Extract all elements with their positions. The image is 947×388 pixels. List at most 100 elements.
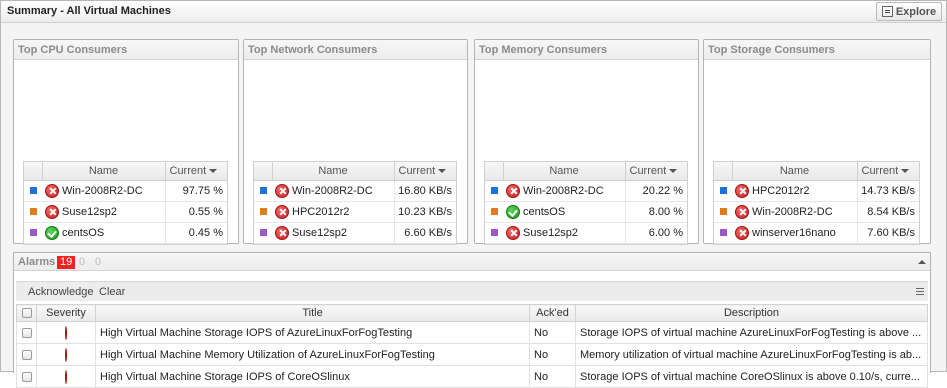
column-name[interactable]: Name: [41, 162, 165, 181]
select-all-checkbox-header[interactable]: [16, 304, 37, 322]
collapse-icon[interactable]: [918, 260, 926, 264]
series-swatch-cell: [254, 180, 272, 202]
series-swatch-cell: [254, 222, 272, 244]
acknowledge-button[interactable]: Acknowledge: [28, 286, 93, 298]
clear-button[interactable]: Clear: [99, 286, 125, 298]
current-value: 0.55 %: [164, 201, 227, 223]
series-swatch: [259, 207, 267, 215]
warning-count-badge[interactable]: 0: [76, 256, 88, 269]
info-count-badge[interactable]: 0: [92, 256, 104, 269]
error-status-icon: [45, 204, 59, 219]
alarms-title: Alarms: [18, 256, 56, 268]
error-status-icon: [275, 225, 289, 240]
panel-title: Top Storage Consumers: [704, 40, 930, 60]
row-checkbox-cell[interactable]: [16, 365, 37, 388]
alarm-title[interactable]: High Virtual Machine Memory Utilization …: [95, 343, 530, 366]
vm-name[interactable]: HPC2012r2: [292, 206, 349, 218]
vm-name[interactable]: winserver16nano: [752, 227, 836, 239]
column-description[interactable]: Description: [575, 304, 928, 322]
consumer-row[interactable]: Win-2008R2-DC 16.80 KB/s: [254, 180, 456, 202]
alarms-table: Severity Title Ack'ed Description High V…: [16, 304, 928, 388]
column-current[interactable]: Current: [856, 162, 919, 181]
error-status-icon: [275, 183, 289, 198]
consumer-row[interactable]: HPC2012r2 14.73 KB/s: [714, 180, 919, 202]
vm-name[interactable]: centsOS: [523, 206, 565, 218]
vm-name[interactable]: Win-2008R2-DC: [62, 185, 143, 197]
row-checkbox[interactable]: [21, 327, 32, 338]
consumer-row[interactable]: centsOS 0.45 %: [24, 222, 227, 244]
series-swatch-cell: [254, 201, 272, 223]
series-swatch: [719, 207, 727, 215]
series-swatch: [259, 228, 267, 236]
consumer-row[interactable]: Win-2008R2-DC 20.22 %: [485, 180, 687, 202]
column-current[interactable]: Current: [164, 162, 227, 181]
row-checkbox[interactable]: [21, 371, 32, 382]
ok-status-icon: [45, 225, 59, 240]
column-title[interactable]: Title: [95, 304, 530, 322]
column-severity[interactable]: Severity: [36, 304, 96, 322]
panel-title: Top CPU Consumers: [14, 40, 238, 60]
swatch-column-header: [485, 162, 503, 181]
series-swatch-cell: [714, 222, 732, 244]
severity-cell: [36, 321, 96, 344]
vm-name[interactable]: Suse12sp2: [292, 227, 347, 239]
consumer-row[interactable]: centsOS 8.00 %: [485, 201, 687, 223]
row-checkbox-cell[interactable]: [16, 343, 37, 366]
current-value: 97.75 %: [164, 180, 227, 202]
alarm-row[interactable]: High Virtual Machine Memory Utilization …: [16, 343, 928, 366]
vm-name[interactable]: Suse12sp2: [62, 206, 117, 218]
column-acked[interactable]: Ack'ed: [529, 304, 576, 322]
consumer-row[interactable]: Win-2008R2-DC 8.54 KB/s: [714, 201, 919, 223]
alarm-acked: No: [529, 365, 576, 388]
series-swatch: [29, 207, 37, 215]
error-status-icon: [506, 183, 520, 198]
select-all-checkbox[interactable]: [21, 308, 32, 319]
current-value: 0.45 %: [164, 222, 227, 244]
vm-name[interactable]: centsOS: [62, 227, 104, 239]
swatch-column-header: [714, 162, 732, 181]
series-swatch-cell: [485, 180, 503, 202]
column-menu-icon[interactable]: [916, 288, 924, 295]
consumer-row[interactable]: winserver16nano 7.60 KB/s: [714, 222, 919, 244]
column-current[interactable]: Current: [624, 162, 687, 181]
explore-button[interactable]: Explore: [876, 2, 942, 21]
alarm-acked: No: [529, 343, 576, 366]
vm-name-cell: centsOS: [42, 222, 165, 244]
column-name[interactable]: Name: [731, 162, 857, 181]
current-value: 7.60 KB/s: [856, 222, 919, 244]
alarm-description: Memory utilization of virtual machine Az…: [575, 343, 928, 366]
vm-name[interactable]: Win-2008R2-DC: [292, 185, 373, 197]
alarm-title[interactable]: High Virtual Machine Storage IOPS of Cor…: [95, 365, 530, 388]
vm-name-cell: centsOS: [503, 201, 625, 223]
vm-name-cell: Suse12sp2: [272, 222, 394, 244]
swatch-column-header: [24, 162, 42, 181]
series-swatch: [259, 186, 267, 194]
column-name[interactable]: Name: [502, 162, 625, 181]
consumer-row[interactable]: Win-2008R2-DC 97.75 %: [24, 180, 227, 202]
vm-name-cell: HPC2012r2: [732, 180, 857, 202]
critical-count-badge[interactable]: 19: [57, 256, 76, 269]
row-checkbox[interactable]: [21, 349, 32, 360]
error-status-icon: [506, 225, 520, 240]
column-current[interactable]: Current: [393, 162, 456, 181]
consumer-row[interactable]: Suse12sp2 0.55 %: [24, 201, 227, 223]
error-status-icon: [735, 183, 749, 198]
vm-name[interactable]: Suse12sp2: [523, 227, 578, 239]
current-value: 14.73 KB/s: [856, 180, 919, 202]
consumer-row[interactable]: Suse12sp2 6.00 %: [485, 222, 687, 244]
vm-name[interactable]: Win-2008R2-DC: [752, 206, 833, 218]
alarm-row[interactable]: High Virtual Machine Storage IOPS of Cor…: [16, 365, 928, 388]
alarm-title[interactable]: High Virtual Machine Storage IOPS of Azu…: [95, 321, 530, 344]
consumer-row[interactable]: Suse12sp2 6.60 KB/s: [254, 222, 456, 244]
column-name[interactable]: Name: [271, 162, 394, 181]
alarms-header: Alarms 19 0 0: [14, 253, 930, 271]
vm-name[interactable]: HPC2012r2: [752, 185, 809, 197]
series-swatch: [29, 186, 37, 194]
alarm-row[interactable]: High Virtual Machine Storage IOPS of Azu…: [16, 321, 928, 344]
error-status-icon: [45, 183, 59, 198]
vm-name[interactable]: Win-2008R2-DC: [523, 185, 604, 197]
swatch-column-header: [254, 162, 272, 181]
severity-cell: [36, 365, 96, 388]
row-checkbox-cell[interactable]: [16, 321, 37, 344]
consumer-row[interactable]: HPC2012r2 10.23 KB/s: [254, 201, 456, 223]
